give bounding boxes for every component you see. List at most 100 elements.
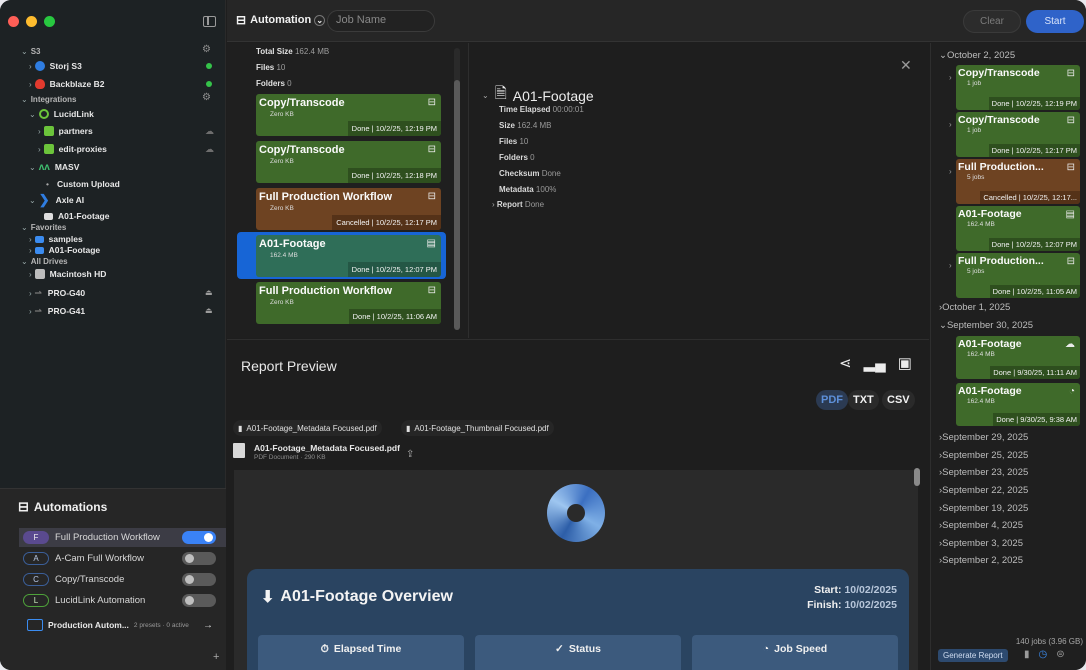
overview-dates: Start: 10/02/2025 Finish: 10/02/2025: [807, 584, 897, 611]
jobs-scrollbar-thumb[interactable]: [454, 80, 460, 330]
sidebar-item-storj[interactable]: › Storj S3: [29, 58, 82, 74]
automation-badge: F: [23, 531, 49, 544]
job-card[interactable]: Full Production Workflow Zero KB ⊟ Cance…: [256, 188, 441, 230]
chevron-right-icon[interactable]: ›: [949, 120, 952, 129]
s3-gear-icon[interactable]: ⚙: [202, 44, 211, 55]
date-group-header[interactable]: ⌄October 2, 2025: [939, 50, 1015, 61]
report-tab[interactable]: ▮ A01-Footage_Thumbnail Focused.pdf: [401, 420, 554, 436]
sidebar-item-axle[interactable]: ⌄ ❯ Axle AI: [29, 192, 84, 208]
history-card[interactable]: A01-Footage 162.4 MB ◔ Done | 9/30/25, 9…: [956, 383, 1080, 426]
history-card[interactable]: Full Production... 5 jobs ⊟ Cancelled | …: [956, 159, 1080, 204]
automations-header: ⊟ Automations: [18, 499, 108, 514]
report-tab[interactable]: ▮ A01-Footage_Metadata Focused.pdf: [233, 420, 382, 436]
chevron-right-icon[interactable]: ›: [949, 73, 952, 82]
share-icon[interactable]: ⇪: [406, 449, 414, 460]
automation-icon: ⊟: [427, 285, 436, 296]
job-card[interactable]: Copy/Transcode Zero KB ⊟ Done | 10/2/25,…: [256, 141, 441, 183]
add-automation-button[interactable]: +: [213, 651, 219, 663]
overview-card: ⬇ A01-Footage Overview Start: 10/02/2025…: [247, 569, 909, 670]
start-button[interactable]: Start: [1026, 10, 1084, 33]
traffic-lights: [8, 16, 55, 27]
report-actions: ⋖ ▂▄ ▣: [839, 354, 912, 372]
arrow-right-icon[interactable]: →: [203, 620, 213, 631]
sidebar-item-partners[interactable]: › partners: [38, 123, 93, 139]
date-group-header[interactable]: ›September 25, 2025: [939, 450, 1028, 461]
automation-toggle[interactable]: [182, 531, 216, 544]
date-group-header[interactable]: ›September 2, 2025: [939, 555, 1023, 566]
date-group-header[interactable]: ›September 29, 2025: [939, 432, 1028, 443]
pdf-scrollbar[interactable]: [914, 468, 920, 486]
download-tray-icon: ⬇: [261, 589, 275, 606]
files-count: Files 10: [256, 63, 286, 72]
job-name-input[interactable]: Job Name: [327, 10, 435, 32]
report-preview: Report Preview ⋖ ▂▄ ▣ PDF TXT CSV ▮ A01-F…: [227, 339, 929, 670]
format-pdf-button[interactable]: PDF: [816, 390, 848, 410]
format-csv-button[interactable]: CSV: [882, 390, 915, 410]
date-group-header[interactable]: ›September 3, 2025: [939, 538, 1023, 549]
sidebar-item-pro-g41[interactable]: › ⇀ PRO-G41: [29, 303, 85, 319]
history-card[interactable]: Copy/Transcode 1 job ⊟ Done | 10/2/25, 1…: [956, 112, 1080, 157]
presets-row[interactable]: Production Autom... 2 presets · 0 active…: [27, 617, 217, 633]
automation-menu-button[interactable]: ⊟ Automation ⌄: [236, 13, 326, 27]
automation-toggle[interactable]: [182, 594, 216, 607]
sidebar-item-backblaze[interactable]: › Backblaze B2: [29, 76, 104, 92]
date-group-header[interactable]: ⌄September 30, 2025: [939, 320, 1033, 331]
sidebar-item-lucidlink[interactable]: ⌄ LucidLink: [29, 106, 94, 122]
job-card[interactable]: Copy/Transcode Zero KB ⊟ Done | 10/2/25,…: [256, 94, 441, 136]
job-card-selected[interactable]: A01-Footage 162.4 MB ▤ Done | 10/2/25, 1…: [256, 235, 441, 277]
total-size: Total Size 162.4 MB: [256, 47, 330, 56]
generate-report-button[interactable]: Generate Report: [938, 649, 1008, 662]
stat-speed: ◔ Job Speed: [692, 635, 898, 670]
minimize-window-button[interactable]: [26, 16, 37, 27]
date-group-header[interactable]: ›September 19, 2025: [939, 503, 1028, 514]
automation-item[interactable]: A A-Cam Full Workflow: [19, 549, 217, 568]
automation-item[interactable]: L LucidLink Automation: [19, 591, 217, 610]
folders-count: Folders 0: [256, 79, 292, 88]
section-integrations[interactable]: ⌄ Integrations: [21, 91, 76, 107]
history-card[interactable]: A01-Footage 162.4 MB ☁ Done | 9/30/25, 1…: [956, 336, 1080, 379]
app-window: ⌄ S3 ⚙ › Storj S3 › Backblaze B2 ⌄ Integrati…: [0, 0, 1086, 670]
date-group-header[interactable]: ›September 4, 2025: [939, 520, 1023, 531]
automation-item[interactable]: C Copy/Transcode: [19, 570, 217, 589]
close-window-button[interactable]: [8, 16, 19, 27]
eject-icon[interactable]: ⏏: [205, 288, 213, 297]
sidebar-item-pro-g40[interactable]: › ⇀ PRO-G40: [29, 285, 85, 301]
sidebar-item-custom-upload[interactable]: • Custom Upload: [46, 176, 120, 192]
history-card[interactable]: Full Production... 5 jobs ⊟ Done | 10/2/…: [956, 253, 1080, 298]
detail-line: Time Elapsed 00:00:01: [499, 105, 584, 114]
history-card[interactable]: A01-Footage 162.4 MB ▤ Done | 10/2/25, 1…: [956, 206, 1080, 251]
date-group-header[interactable]: ›October 1, 2025: [939, 302, 1010, 313]
sidebar-item-masv[interactable]: ⌄ ʌʌ MASV: [29, 159, 79, 175]
signal-icon[interactable]: ▂▄: [864, 354, 886, 372]
document-icon[interactable]: ▮: [1024, 649, 1030, 660]
zoom-window-button[interactable]: [44, 16, 55, 27]
automation-toggle[interactable]: [182, 573, 216, 586]
detail-line: Files 10: [499, 137, 529, 146]
sidebar-toggle-icon[interactable]: [203, 16, 216, 27]
clear-button[interactable]: Clear: [963, 10, 1021, 33]
sidebar-item-macintosh[interactable]: › Macintosh HD: [29, 266, 106, 282]
detail-line-report[interactable]: › Report Done: [492, 200, 544, 209]
chevron-right-icon[interactable]: ›: [949, 167, 952, 176]
format-txt-button[interactable]: TXT: [848, 390, 879, 410]
clipboard-icon[interactable]: ▣: [898, 354, 912, 372]
chevron-down-icon[interactable]: ⌄: [482, 91, 489, 100]
history-card[interactable]: Copy/Transcode 1 job ⊟ Done | 10/2/25, 1…: [956, 65, 1080, 110]
filter-icon[interactable]: ⊜: [1056, 649, 1064, 660]
clock-icon[interactable]: ◷: [1039, 649, 1048, 660]
automation-toggle[interactable]: [182, 552, 216, 565]
chevron-right-icon[interactable]: ›: [949, 261, 952, 270]
automation-item[interactable]: F Full Production Workflow: [19, 528, 226, 547]
job-card[interactable]: Full Production Workflow Zero KB ⊟ Done …: [256, 282, 441, 324]
integrations-gear-icon[interactable]: ⚙: [202, 92, 211, 103]
sidebar-item-edit-proxies[interactable]: › edit-proxies: [38, 141, 107, 157]
eject-icon[interactable]: ⏏: [205, 306, 213, 315]
close-icon[interactable]: ✕: [900, 57, 912, 74]
date-group-header[interactable]: ›September 23, 2025: [939, 467, 1028, 478]
speedometer-icon: ◔: [762, 643, 770, 655]
automation-badge: L: [23, 594, 49, 607]
job-detail-panel: ✕ ⌄ 🗎 A01-Footage Time Elapsed 00:00:01 …: [470, 43, 928, 338]
section-s3[interactable]: ⌄ S3: [21, 43, 41, 59]
share-icon[interactable]: ⋖: [839, 354, 852, 372]
date-group-header[interactable]: ›September 22, 2025: [939, 485, 1028, 496]
